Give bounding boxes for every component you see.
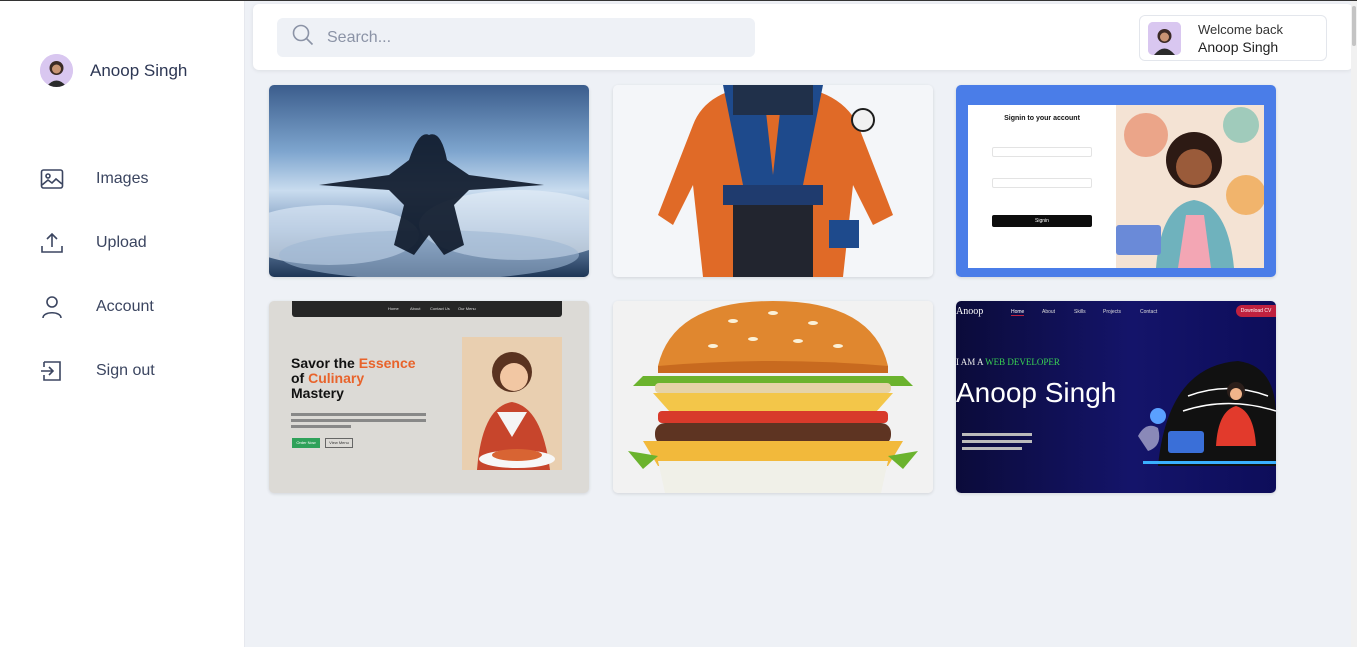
sign-out-icon: [40, 355, 64, 387]
restaurant-navbar: Home About Contact Us Our Menu: [292, 301, 562, 317]
sidebar-item-sign-out[interactable]: Sign out: [40, 339, 155, 403]
welcome-label: Welcome back: [1198, 21, 1284, 37]
page-scrollbar[interactable]: [1351, 1, 1357, 647]
search-icon: [292, 24, 314, 51]
image-icon: [40, 163, 64, 195]
sky-silhouette-image: [269, 134, 589, 277]
sidebar-item-label: Images: [96, 170, 149, 187]
developer-illustration: [1138, 361, 1276, 466]
portfolio-body-line: [962, 447, 1022, 450]
user-menu[interactable]: Welcome back Anoop Singh: [1139, 15, 1327, 61]
sidebar-item-label: Upload: [96, 234, 147, 251]
sidebar-item-label: Account: [96, 298, 154, 315]
sidebar-nav: Images Upload Account Sign out: [40, 147, 155, 403]
email-field: [992, 147, 1092, 157]
portfolio-nav-home: Home: [1011, 309, 1025, 316]
avatar: [40, 54, 73, 87]
sidebar-item-upload[interactable]: Upload: [40, 211, 155, 275]
restaurant-body-line: [291, 425, 351, 428]
search-bar[interactable]: [277, 18, 755, 57]
sidebar-item-account[interactable]: Account: [40, 275, 155, 339]
avatar: [1148, 21, 1181, 55]
gallery-card-burger[interactable]: [613, 301, 933, 493]
user-name: Anoop Singh: [1198, 38, 1279, 55]
sidebar: Anoop Singh Images Upload Account Sign o…: [0, 1, 245, 647]
restaurant-order-button: Order Now: [292, 438, 320, 448]
portfolio-download-cv: Download CV: [1236, 305, 1276, 317]
portfolio-nav-skills: Skills: [1074, 309, 1086, 315]
restaurant-nav-about: About: [410, 306, 421, 311]
portfolio-nav-projects: Projects: [1103, 309, 1122, 315]
search-input[interactable]: [327, 28, 727, 47]
sidebar-profile[interactable]: Anoop Singh: [40, 54, 187, 87]
sidebar-item-label: Sign out: [96, 362, 155, 379]
tagline-accent: WEB DEVELOPER: [985, 357, 1060, 367]
portfolio-nav-about: About: [1042, 309, 1056, 315]
upload-icon: [40, 227, 64, 259]
chef-woman-illustration: [462, 337, 562, 470]
headline-part-1: Savor the: [291, 355, 359, 371]
profile-name: Anoop Singh: [90, 60, 188, 80]
signin-form-panel: Signin to your account Signin: [968, 105, 1116, 268]
restaurant-menu-button: View Menu: [325, 438, 353, 448]
tagline-prefix: I AM A: [956, 357, 986, 367]
headline-part-2: of: [291, 370, 309, 386]
restaurant-nav-menu: Our Menu: [458, 306, 476, 311]
signin-title: Signin to your account: [1004, 115, 1080, 122]
portfolio-logo: Anoop: [956, 306, 984, 317]
orange-warrior-image: [613, 85, 933, 277]
headline-accent-2: Culinary: [308, 370, 365, 386]
gallery-card-orange-warrior[interactable]: [613, 85, 933, 277]
gallery-card-restaurant-site[interactable]: Home About Contact Us Our Menu Savor the…: [269, 301, 589, 493]
portfolio-name: Anoop Singh: [956, 377, 1117, 408]
gallery-card-sky-silhouette[interactable]: [269, 85, 589, 277]
restaurant-headline: Savor the Essence of Culinary Mastery: [291, 356, 461, 401]
user-icon: [40, 291, 64, 323]
sidebar-item-images[interactable]: Images: [40, 147, 155, 211]
restaurant-nav-home: Home: [388, 306, 399, 311]
scrollbar-thumb[interactable]: [1352, 6, 1356, 46]
restaurant-nav-contact: Contact Us: [430, 306, 450, 311]
burger-image: [613, 301, 933, 493]
headline-part-3: Mastery: [291, 385, 344, 401]
signin-button: Signin: [992, 215, 1092, 227]
headline-accent-1: Essence: [358, 355, 416, 371]
top-header: Welcome back Anoop Singh: [253, 4, 1353, 70]
portfolio-tagline: I AM A WEB DEVELOPER: [956, 357, 1060, 367]
gallery-card-signin-page[interactable]: Signin to your account Signin: [956, 85, 1276, 277]
restaurant-body-line: [291, 413, 426, 416]
portfolio-body-line: [962, 440, 1032, 443]
portfolio-body-line: [962, 433, 1032, 436]
portfolio-nav-contact: Contact: [1140, 309, 1158, 315]
woman-illustration: [1116, 105, 1264, 268]
password-field: [992, 178, 1092, 188]
restaurant-body-line: [291, 419, 426, 422]
gallery-card-portfolio[interactable]: Anoop Home About Skills Projects Contact…: [956, 301, 1276, 493]
